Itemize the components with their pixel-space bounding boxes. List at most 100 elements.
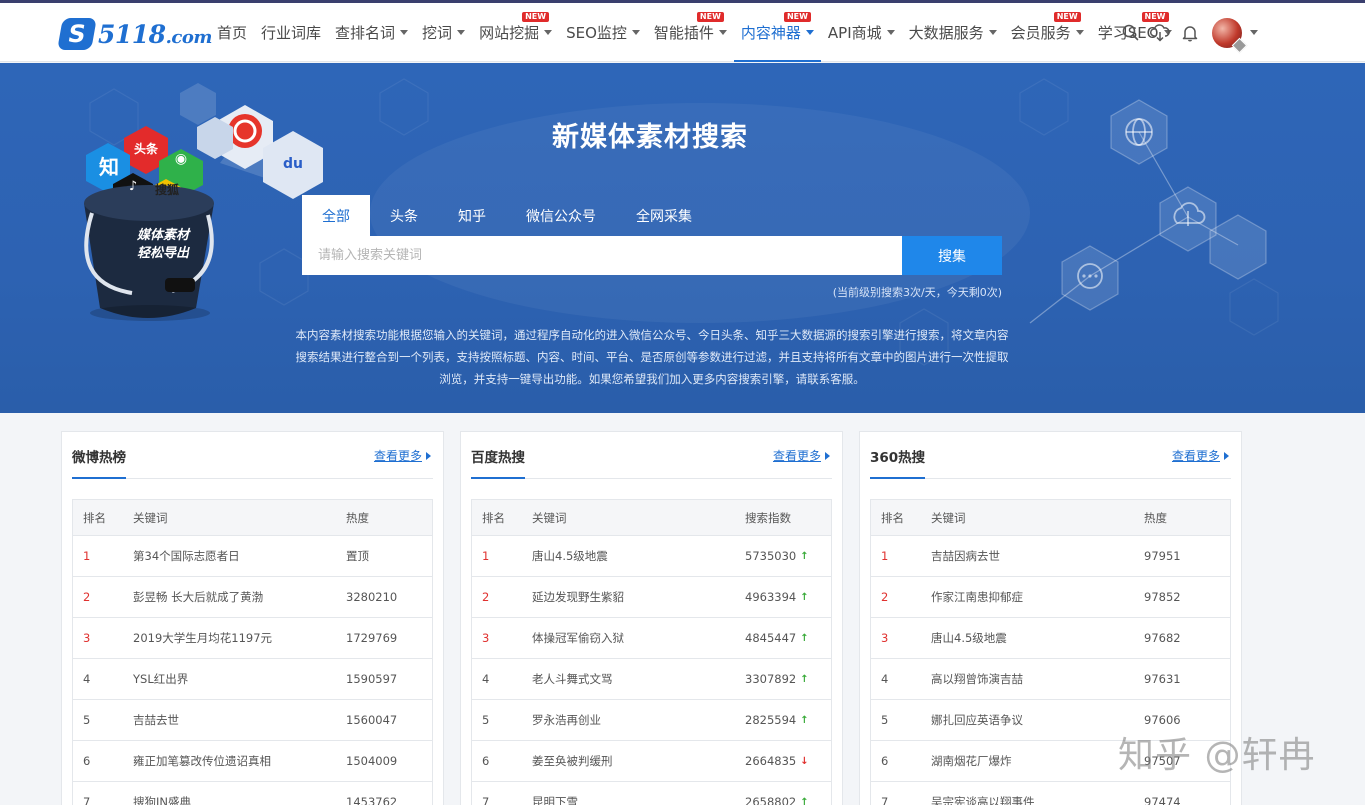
keyword-link[interactable]: 罗永浩再创业 bbox=[532, 712, 745, 728]
heat-value: 5735030 bbox=[745, 549, 797, 563]
nav-item-9[interactable]: 大数据服务 bbox=[902, 3, 1004, 62]
table-row[interactable]: 1 吉喆因病去世 97951 bbox=[871, 536, 1230, 577]
cloud-download-icon[interactable] bbox=[1148, 21, 1172, 45]
keyword-link[interactable]: 体操冠军偷窃入狱 bbox=[532, 630, 745, 646]
search-icon[interactable] bbox=[1118, 21, 1142, 45]
keyword-link[interactable]: 湖南烟花厂爆炸 bbox=[931, 753, 1144, 769]
table-row[interactable]: 1 唐山4.5级地震 5735030 ↑ bbox=[472, 536, 831, 577]
source-tabs: 全部 头条 知乎 微信公众号 全网采集 bbox=[302, 195, 712, 236]
heat-cell: 4963394 ↑ bbox=[745, 590, 831, 604]
table-row[interactable]: 3 2019大学生月均花1197元 1729769 bbox=[73, 618, 432, 659]
search-button[interactable]: 搜集 bbox=[902, 236, 1002, 275]
card-title: 微博热榜 bbox=[72, 446, 126, 479]
heat-cell: 1504009 bbox=[346, 754, 432, 768]
site-logo[interactable]: S 5118.com bbox=[57, 17, 212, 51]
table-row[interactable]: 2 延边发现野生紫貂 4963394 ↑ bbox=[472, 577, 831, 618]
nav-item-3[interactable]: 挖词 bbox=[415, 3, 472, 62]
tab-4[interactable]: 全网采集 bbox=[616, 195, 712, 236]
keyword-link[interactable]: 延边发现野生紫貂 bbox=[532, 589, 745, 605]
keyword-link[interactable]: 唐山4.5级地震 bbox=[931, 630, 1144, 646]
nav-item-2[interactable]: 查排名词 bbox=[328, 3, 415, 62]
table-row[interactable]: 6 雍正加笔篡改传位遗诏真相 1504009 bbox=[73, 741, 432, 782]
heat-cell: 97852 bbox=[1144, 590, 1230, 604]
nav-item-7[interactable]: 内容神器 NEW bbox=[733, 3, 821, 62]
view-more-link[interactable]: 查看更多 bbox=[374, 447, 431, 464]
heat-value: 2825594 bbox=[745, 713, 797, 727]
heat-cell: 1453762 bbox=[346, 795, 432, 805]
rank-cell: 7 bbox=[83, 795, 91, 805]
table-row[interactable]: 2 作家江南患抑郁症 97852 bbox=[871, 577, 1230, 618]
zhihu-logo-icon: 知 bbox=[99, 155, 119, 179]
heat-cell: 1560047 bbox=[346, 713, 432, 727]
keyword-link[interactable]: 老人斗舞式文骂 bbox=[532, 671, 745, 687]
nav-item-8[interactable]: API商城 bbox=[821, 3, 902, 62]
view-more-label: 查看更多 bbox=[772, 449, 821, 463]
tab-2[interactable]: 知乎 bbox=[438, 195, 506, 236]
arrow-up-icon: ↑ bbox=[800, 714, 809, 726]
keyword-link[interactable]: 雍正加笔篡改传位遗诏真相 bbox=[133, 753, 346, 769]
table-row[interactable]: 7 搜狗IN盛典 1453762 bbox=[73, 782, 432, 805]
keyword-link[interactable]: 第34个国际志愿者日 bbox=[133, 548, 346, 564]
table-row[interactable]: 5 吉喆去世 1560047 bbox=[73, 700, 432, 741]
table-row[interactable]: 4 高以翔曾饰演吉喆 97631 bbox=[871, 659, 1230, 700]
table-row[interactable]: 4 YSL红出界 1590597 bbox=[73, 659, 432, 700]
table-row[interactable]: 2 彭昱畅 长大后就成了黄渤 3280210 bbox=[73, 577, 432, 618]
table-row[interactable]: 3 唐山4.5级地震 97682 bbox=[871, 618, 1230, 659]
nav-item-label: 网站挖掘 bbox=[479, 24, 540, 42]
view-more-link[interactable]: 查看更多 bbox=[1172, 447, 1229, 464]
nav-item-5[interactable]: SEO监控 bbox=[559, 3, 647, 62]
keyword-link[interactable]: YSL红出界 bbox=[133, 671, 346, 687]
user-avatar[interactable] bbox=[1212, 17, 1248, 53]
table-row[interactable]: 1 第34个国际志愿者日 置顶 bbox=[73, 536, 432, 577]
heat-cell: 2825594 ↑ bbox=[745, 713, 831, 727]
nav-item-label: 大数据服务 bbox=[908, 24, 984, 42]
chevron-down-icon bbox=[544, 30, 553, 35]
nav-item-6[interactable]: 智能插件 NEW bbox=[647, 3, 734, 62]
rank-cell: 4 bbox=[881, 672, 889, 686]
nav-item-4[interactable]: 网站挖掘 NEW bbox=[472, 3, 559, 62]
keyword-link[interactable]: 唐山4.5级地震 bbox=[532, 548, 745, 564]
keyword-link[interactable]: 吉喆去世 bbox=[133, 712, 346, 728]
keyword-link[interactable]: 搜狗IN盛典 bbox=[133, 794, 346, 805]
table-row[interactable]: 4 老人斗舞式文骂 3307892 ↑ bbox=[472, 659, 831, 700]
keyword-link[interactable]: 吴宗宪谈高以翔事件 bbox=[931, 794, 1144, 805]
tab-1[interactable]: 头条 bbox=[370, 195, 438, 236]
keyword-link[interactable]: 姜至奂被判缓刑 bbox=[532, 753, 745, 769]
rank-cell: 3 bbox=[881, 631, 889, 645]
nav-item-label: 内容神器 bbox=[740, 24, 801, 42]
column-header: 排名 bbox=[482, 510, 505, 525]
heat-value: 4845447 bbox=[745, 631, 797, 645]
keyword-link[interactable]: 作家江南患抑郁症 bbox=[931, 589, 1144, 605]
bell-icon[interactable] bbox=[1178, 21, 1202, 45]
chevron-down-icon bbox=[886, 30, 895, 35]
keyword-link[interactable]: 娜扎回应英语争议 bbox=[931, 712, 1144, 728]
keyword-link[interactable]: 吉喆因病去世 bbox=[931, 548, 1144, 564]
chevron-down-icon bbox=[805, 30, 814, 35]
table-row[interactable]: 5 罗永浩再创业 2825594 ↑ bbox=[472, 700, 831, 741]
heat-cell: 3307892 ↑ bbox=[745, 672, 831, 686]
new-badge: NEW bbox=[696, 12, 724, 22]
tab-3[interactable]: 微信公众号 bbox=[506, 195, 616, 236]
feature-description: 本内容素材搜索功能根据您输入的关键词，通过程序自动化的进入微信公众号、今日头条、… bbox=[295, 328, 1009, 386]
nav-item-0[interactable]: 首页 bbox=[210, 3, 254, 62]
heat-value: 1729769 bbox=[346, 631, 398, 645]
view-more-link[interactable]: 查看更多 bbox=[773, 447, 830, 464]
chevron-down-icon[interactable] bbox=[1250, 30, 1258, 35]
heat-value: 97951 bbox=[1144, 549, 1181, 563]
nav-item-label: 行业词库 bbox=[261, 24, 322, 42]
keyword-link[interactable]: 彭昱畅 长大后就成了黄渤 bbox=[133, 589, 346, 605]
keyword-link[interactable]: 昆明下雪 bbox=[532, 794, 745, 805]
table-row[interactable]: 7 昆明下雪 2658802 ↑ bbox=[472, 782, 831, 805]
tab-0[interactable]: 全部 bbox=[302, 195, 370, 236]
nav-item-10[interactable]: 会员服务 NEW bbox=[1004, 3, 1091, 62]
search-input[interactable] bbox=[302, 236, 902, 275]
hot-list-card: 微博热榜 查看更多 排名 关键词 热度 1 第34个国际志愿者日 置顶 2 彭昱畅 长大后就成了黄… bbox=[61, 431, 444, 805]
keyword-link[interactable]: 高以翔曾饰演吉喆 bbox=[931, 671, 1144, 687]
heat-cell: 3280210 bbox=[346, 590, 432, 604]
keyword-link[interactable]: 2019大学生月均花1197元 bbox=[133, 630, 346, 646]
card-header: 百度热搜 查看更多 bbox=[471, 432, 832, 479]
table-row[interactable]: 6 姜至奂被判缓刑 2664835 ↓ bbox=[472, 741, 831, 782]
table-row[interactable]: 7 吴宗宪谈高以翔事件 97474 bbox=[871, 782, 1230, 805]
nav-item-1[interactable]: 行业词库 bbox=[254, 3, 328, 62]
table-row[interactable]: 3 体操冠军偷窃入狱 4845447 ↑ bbox=[472, 618, 831, 659]
